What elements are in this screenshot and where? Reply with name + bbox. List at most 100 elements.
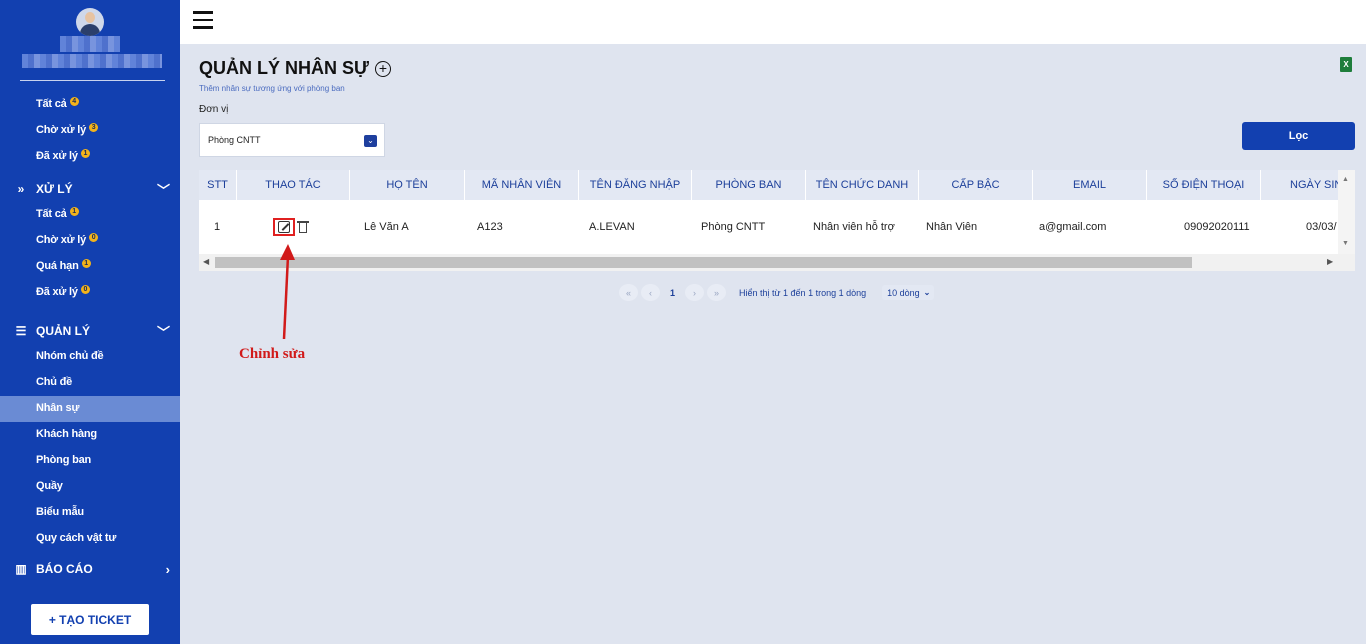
scroll-thumb[interactable] <box>215 257 1192 268</box>
chevron-down-icon: ⌄ <box>364 135 377 147</box>
chevron-down-icon: ⌄ <box>923 288 931 297</box>
col-header: HỌ TÊN <box>350 170 465 200</box>
filter-button[interactable]: Lọc <box>1242 122 1355 150</box>
nav-label: Tất cả <box>36 98 67 110</box>
scroll-up-icon[interactable]: ▲ <box>1342 176 1349 183</box>
scroll-right-icon[interactable]: ▶ <box>1327 257 1333 266</box>
nav-quay[interactable]: Quầy <box>36 480 63 492</box>
count-badge: 4 <box>69 97 79 106</box>
nav-da-xu-ly[interactable]: Đã xử lý 1 <box>36 149 90 162</box>
table-header: STT THAO TÁC HỌ TÊN MÃ NHÂN VIÊN TÊN ĐĂN… <box>199 170 1355 200</box>
nav-label: Phòng ban <box>36 454 92 466</box>
count-badge: 0 <box>89 233 99 242</box>
section-title: QUẢN LÝ <box>36 324 90 338</box>
unit-select[interactable]: Phòng CNTT ⌄ <box>199 123 385 157</box>
scroll-down-icon[interactable]: ▼ <box>1342 240 1349 247</box>
menu-icon[interactable] <box>193 11 213 29</box>
bar-chart-icon: ▥ <box>15 562 27 576</box>
nav-xuly-da-xu-ly[interactable]: Đã xử lý 0 <box>36 285 90 298</box>
count-badge: 3 <box>89 123 99 132</box>
col-header: THAO TÁC <box>237 170 350 200</box>
cell-phong-ban: Phòng CNTT <box>701 221 766 233</box>
count-badge: 1 <box>69 207 79 216</box>
cell-ma-nhan-vien: A123 <box>477 221 503 233</box>
table-row[interactable]: 1 Lê Văn A A123 A.LEVAN Phòng CNTT Nhân … <box>199 202 1355 252</box>
section-title: BÁO CÁO <box>36 562 93 576</box>
nav-xuly-tat-ca[interactable]: Tất cả 1 <box>36 207 79 220</box>
chevron-down-icon: ﹀ <box>156 324 170 340</box>
last-page-button[interactable]: » <box>707 284 726 301</box>
next-page-button[interactable]: › <box>685 284 704 301</box>
section-xu-ly[interactable]: » XỬ LÝ ﹀ <box>12 182 172 198</box>
vertical-scrollbar[interactable]: ▲ ▼ <box>1338 170 1355 254</box>
avatar[interactable] <box>76 8 104 36</box>
cell-chuc-danh: Nhân viên hỗ trợ <box>813 221 895 233</box>
col-header: CẤP BẬC <box>919 170 1033 200</box>
excel-export-icon[interactable]: X <box>1340 57 1352 72</box>
nav-label: Đã xử lý <box>36 286 78 298</box>
pagination-info: Hiển thị từ 1 đến 1 trong 1 dòng <box>739 287 867 298</box>
current-page-button[interactable]: 1 <box>663 284 682 301</box>
nav-label: Biểu mẫu <box>36 506 84 518</box>
nav-chu-de[interactable]: Chủ đề <box>36 376 72 388</box>
nav-tat-ca[interactable]: Tất cả 4 <box>36 97 79 110</box>
sidebar-divider <box>20 80 165 81</box>
nav-quy-cach-vat-tu[interactable]: Quy cách vật tư <box>36 532 116 544</box>
prev-page-button[interactable]: ‹ <box>641 284 660 301</box>
horizontal-scrollbar[interactable]: ◀ ▶ <box>199 254 1355 271</box>
nav-label: Tất cả <box>36 208 67 220</box>
cell-so-dien-thoai: 09092020111 <box>1184 221 1250 233</box>
annotation-arrow <box>280 244 295 340</box>
nav-label: Nhóm chủ đề <box>36 350 104 362</box>
col-header: MÃ NHÂN VIÊN <box>465 170 579 200</box>
col-header: STT <box>199 170 237 200</box>
nav-label: Quy cách vật tư <box>36 532 117 544</box>
nav-label: Nhân sự <box>36 402 80 414</box>
nav-label: Quá hạn <box>36 260 79 272</box>
staff-table: STT THAO TÁC HỌ TÊN MÃ NHÂN VIÊN TÊN ĐĂN… <box>199 170 1355 271</box>
annotation-label: Chỉnh sửa <box>239 346 306 362</box>
nav-label: Khách hàng <box>36 428 97 440</box>
nav-nhom-chu-de[interactable]: Nhóm chủ đề <box>36 350 104 362</box>
edit-icon[interactable] <box>273 218 295 236</box>
col-header: TÊN CHỨC DANH <box>806 170 919 200</box>
section-bao-cao[interactable]: ▥ BÁO CÁO › <box>12 561 172 577</box>
nav-phong-ban[interactable]: Phòng ban <box>36 454 91 466</box>
pagination: « ‹ 1 › » Hiển thị từ 1 đến 1 trong 1 dò… <box>619 284 935 301</box>
create-ticket-label: + TẠO TICKET <box>48 612 132 627</box>
nav-khach-hang[interactable]: Khách hàng <box>36 428 97 440</box>
cell-email: a@gmail.com <box>1039 221 1107 233</box>
nav-bieu-mau[interactable]: Biểu mẫu <box>36 506 84 518</box>
nav-label: Quầy <box>36 480 63 492</box>
nav-label: Chờ xử lý <box>36 124 87 136</box>
add-circle-icon[interactable]: + <box>374 60 391 77</box>
first-page-button[interactable]: « <box>619 284 638 301</box>
sidebar: Tất cả 4 Chờ xử lý 3 Đã xử lý 1 » XỬ LÝ ﹀ T… <box>0 0 180 644</box>
count-badge: 1 <box>80 149 90 158</box>
page-size-select[interactable]: 10 dòng ⌄ <box>882 285 935 300</box>
scroll-left-icon[interactable]: ◀ <box>203 257 209 266</box>
blurred-username <box>60 36 120 52</box>
page-title-text: QUẢN LÝ NHÂN SỰ <box>199 58 369 78</box>
double-chevron-right-icon: » <box>17 182 25 196</box>
list-align-icon: ☰ <box>15 324 27 338</box>
nav-active-highlight <box>0 396 180 422</box>
unit-label: Đơn vị <box>199 104 229 115</box>
page-subtitle: Thêm nhân sự tương ứng với phòng ban <box>199 84 345 93</box>
blurred-user-role <box>22 54 162 68</box>
chevron-down-icon: ﹀ <box>156 182 170 198</box>
nav-xuly-qua-han[interactable]: Quá hạn 1 <box>36 259 91 272</box>
nav-nhan-su[interactable]: Nhân sự <box>36 402 79 414</box>
col-header: SỐ ĐIỆN THOẠI <box>1147 170 1261 200</box>
nav-cho-xu-ly[interactable]: Chờ xử lý 3 <box>36 123 99 136</box>
section-quan-ly[interactable]: ☰ QUẢN LÝ ﹀ <box>12 324 172 340</box>
col-header: TÊN ĐĂNG NHẬP <box>579 170 692 200</box>
page-size-value: 10 dòng <box>887 287 920 298</box>
trash-icon[interactable] <box>297 220 309 234</box>
create-ticket-button[interactable]: + TẠO TICKET <box>31 604 149 635</box>
chevron-right-icon: › <box>165 561 170 577</box>
nav-label: Chờ xử lý <box>36 234 87 246</box>
nav-xuly-cho-xu-ly[interactable]: Chờ xử lý 0 <box>36 233 99 246</box>
count-badge: 0 <box>80 285 90 294</box>
filter-button-label: Lọc <box>1288 130 1309 142</box>
